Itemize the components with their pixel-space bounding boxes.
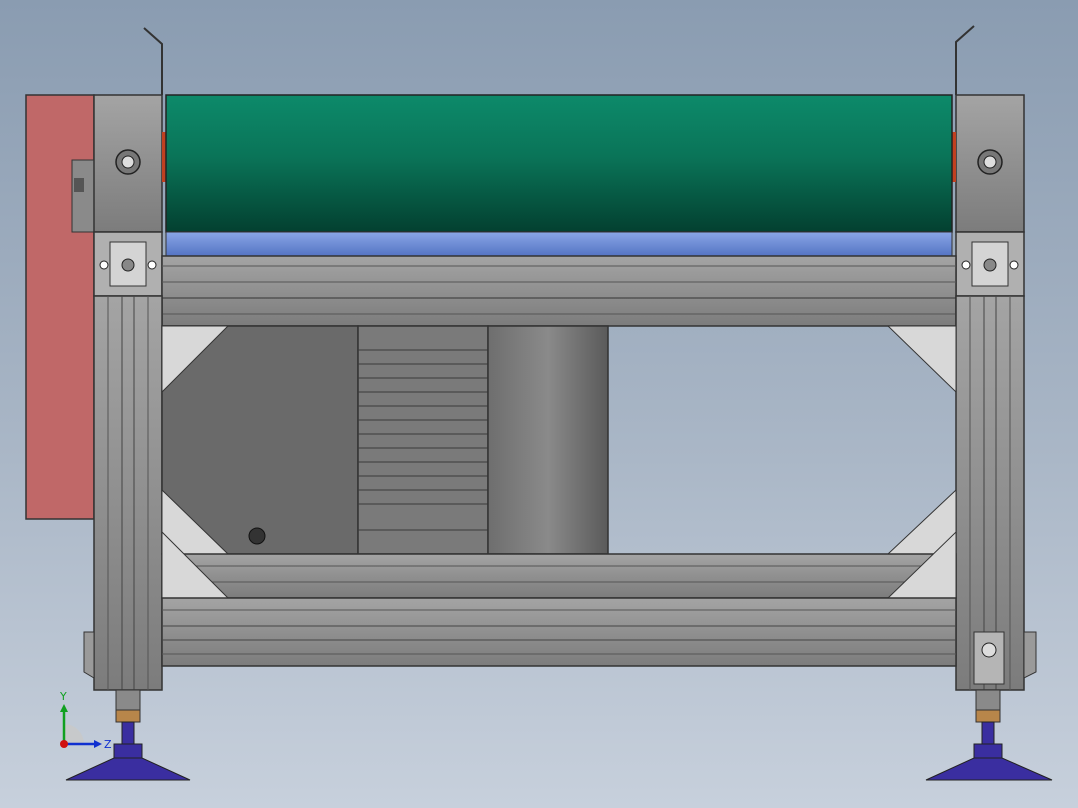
leveling-foot-left[interactable] — [65, 689, 191, 781]
cad-viewport[interactable]: Y Z — [0, 0, 1078, 808]
drive-roller[interactable] — [162, 94, 956, 233]
left-roller-bracket[interactable] — [93, 27, 163, 233]
upper-crossbeam[interactable] — [161, 255, 957, 327]
motor[interactable] — [161, 325, 609, 555]
coordinate-triad[interactable]: Y Z — [59, 690, 112, 751]
right-roller-bracket[interactable] — [955, 25, 1025, 233]
triad-z-label: Z — [104, 738, 112, 751]
bottom-bracket-left — [83, 631, 95, 679]
gusset-top-right — [886, 325, 957, 394]
belt[interactable] — [165, 231, 953, 257]
right-corner-block[interactable] — [955, 231, 1025, 297]
right-leg[interactable] — [955, 295, 1025, 691]
side-panel[interactable] — [25, 94, 95, 520]
conveyor-model: Y Z — [25, 25, 1053, 781]
left-leg[interactable] — [93, 295, 163, 691]
left-corner-block[interactable] — [93, 231, 163, 297]
leveling-foot-right[interactable] — [925, 689, 1053, 781]
triad-y-label: Y — [59, 690, 67, 703]
